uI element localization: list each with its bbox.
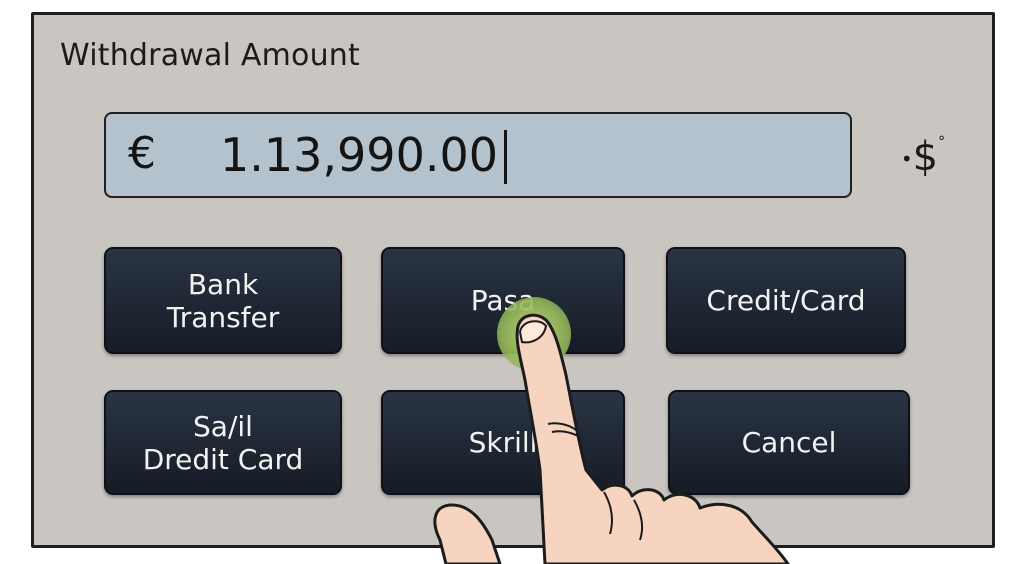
button-label: Cancel <box>741 426 837 459</box>
button-label-line2: Dredit Card <box>142 442 304 476</box>
button-label-line1: Bank <box>187 267 259 301</box>
panel-title: Withdrawal Amount <box>60 38 360 73</box>
button-label: Skrill <box>468 426 538 459</box>
touch-indicator <box>497 297 571 371</box>
amount-input[interactable]: € 1.13,990.00 <box>104 112 852 198</box>
cancel-button[interactable]: Cancel <box>668 390 910 495</box>
bank-transfer-button[interactable]: Bank Transfer <box>104 247 342 354</box>
dollar-coin-icon[interactable]: •$° <box>888 134 958 186</box>
amount-value: 1.13,990.00 <box>220 128 498 182</box>
skrill-button[interactable]: Skrill <box>381 390 625 495</box>
button-label-line1: Sa/il <box>193 409 253 443</box>
currency-symbol: € <box>128 128 156 179</box>
dredit-card-button[interactable]: Sa/il Dredit Card <box>104 390 342 495</box>
button-label-line2: Transfer <box>166 300 280 334</box>
button-label: Credit/Card <box>706 284 866 317</box>
credit-card-button[interactable]: Credit/Card <box>666 247 906 354</box>
text-caret <box>504 130 507 184</box>
